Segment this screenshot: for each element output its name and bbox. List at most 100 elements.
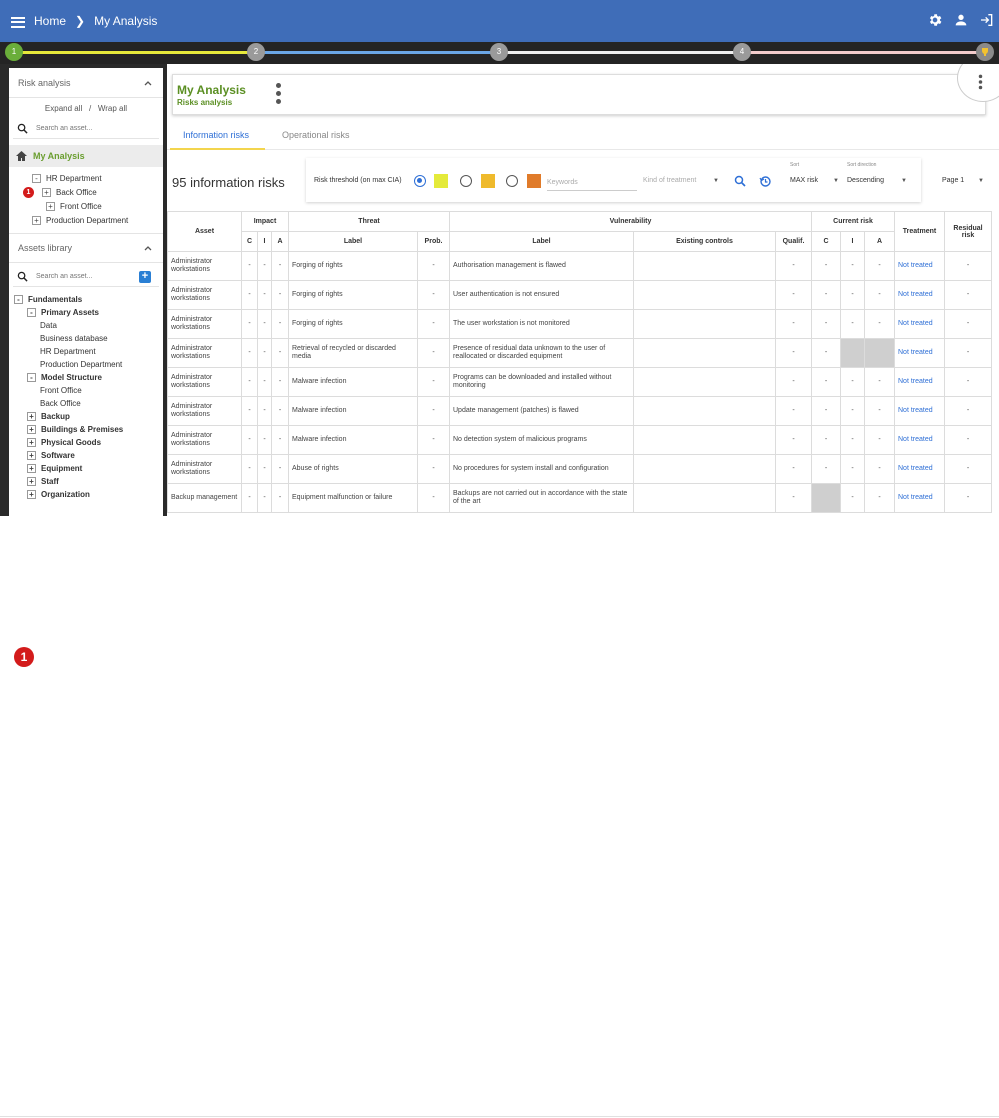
risk-analysis-header[interactable]: Risk analysis [9,68,163,98]
col-risk-i[interactable]: I [840,231,865,252]
expand-toggle[interactable]: + [42,187,51,197]
add-asset-icon[interactable]: + [139,270,151,283]
chevron-down-icon[interactable]: ▼ [901,178,907,184]
reset-icon[interactable] [759,175,772,188]
treatment-link[interactable]: Not treated [894,309,945,339]
treatment-link[interactable]: Not treated [894,396,945,426]
col-threat-prob[interactable]: Prob. [417,231,450,252]
col-existing-controls[interactable]: Existing controls [633,231,776,252]
library-node[interactable]: + Software [9,449,163,462]
more-vert-icon[interactable] [978,74,983,92]
step-1[interactable]: 1 [5,43,23,61]
col-risk-a[interactable]: A [864,231,895,252]
library-node[interactable]: Business database [9,332,163,345]
expand-toggle[interactable]: + [27,451,36,460]
expand-toggle[interactable]: + [27,464,36,473]
library-node[interactable]: + Backup [9,410,163,423]
collapse-toggle[interactable]: - [32,173,41,183]
breadcrumb-home[interactable]: Home [34,14,66,28]
col-residual-risk[interactable]: Residual risk [944,211,992,252]
tree-node[interactable]: - HR Department [9,171,163,185]
library-node[interactable]: + Physical Goods [9,436,163,449]
library-node[interactable]: - Model Structure [9,371,163,384]
more-vert-icon[interactable] [276,83,281,107]
breadcrumb-current[interactable]: My Analysis [94,14,157,28]
step-final[interactable] [976,43,994,61]
step-3[interactable]: 3 [490,43,508,61]
sort-select[interactable]: MAX risk [790,177,818,184]
library-node[interactable]: + Buildings & Premises [9,423,163,436]
expand-toggle[interactable]: + [27,477,36,486]
col-threat-label[interactable]: Label [288,231,418,252]
chevron-down-icon[interactable]: ▼ [833,178,839,184]
treatment-link[interactable]: Not treated [894,251,945,281]
tab-information-risks[interactable]: Information risks [183,130,249,140]
col-risk-c[interactable]: C [811,231,841,252]
table-row[interactable]: Administrator workstations - - - Abuse of ri… [167,454,992,484]
logout-icon[interactable] [979,12,995,28]
threshold-radio-low[interactable] [414,175,426,187]
collapse-toggle[interactable]: - [27,373,36,382]
library-node[interactable]: - Fundamentals [9,293,163,306]
step-2[interactable]: 2 [247,43,265,61]
col-qualif[interactable]: Qualif. [775,231,812,252]
treatment-link[interactable]: Not treated [894,280,945,310]
col-asset[interactable]: Asset [167,211,242,252]
table-row[interactable]: Administrator workstations - - - Retrieval o… [167,338,992,368]
tree-node[interactable]: + Production Department [9,213,163,227]
library-node[interactable]: + Staff [9,475,163,488]
expand-toggle[interactable]: + [27,490,36,499]
table-row[interactable]: Administrator workstations - - - Malware inf… [167,425,992,455]
expand-all-link[interactable]: Expand all [45,104,82,113]
tree-root-my-analysis[interactable]: My Analysis [9,145,163,167]
expand-toggle[interactable]: + [27,438,36,447]
expand-toggle[interactable]: + [27,412,36,421]
treatment-link[interactable]: Not treated [894,367,945,397]
search-icon[interactable] [734,175,746,187]
table-row[interactable]: Administrator workstations - - - Forging of … [167,251,992,281]
asset-search-input[interactable] [36,125,131,132]
settings-icon[interactable] [927,12,943,28]
table-row[interactable]: Administrator workstations - - - Malware inf… [167,396,992,426]
tab-operational-risks[interactable]: Operational risks [282,130,350,140]
threshold-radio-high[interactable] [506,175,518,187]
tree-node[interactable]: + Front Office [9,199,163,213]
wrap-all-link[interactable]: Wrap all [98,104,127,113]
table-row[interactable]: Administrator workstations - - - Forging of … [167,309,992,339]
treatment-link[interactable]: Not treated [894,454,945,484]
table-row[interactable]: Backup management - - - Equipment malfunctio… [167,483,992,513]
keywords-input[interactable]: Keywords [547,179,578,186]
library-node[interactable]: Data [9,319,163,332]
collapse-toggle[interactable]: - [27,308,36,317]
chevron-up-icon[interactable] [143,78,153,88]
col-vuln-label[interactable]: Label [449,231,634,252]
expand-toggle[interactable]: + [46,201,55,211]
treatment-link[interactable]: Not treated [894,425,945,455]
col-impact-i[interactable]: I [257,231,272,252]
table-row[interactable]: Administrator workstations - - - Forging of … [167,280,992,310]
sort-direction-select[interactable]: Descending [847,177,884,184]
library-node[interactable]: + Equipment [9,462,163,475]
library-node[interactable]: - Primary Assets [9,306,163,319]
library-node[interactable]: Production Department [9,358,163,371]
library-node[interactable]: + Organization [9,488,163,501]
library-search-input[interactable] [36,273,131,280]
treatment-link[interactable]: Not treated [894,483,945,513]
col-impact-a[interactable]: A [271,231,289,252]
library-node[interactable]: Back Office [9,397,163,410]
expand-toggle[interactable]: + [27,425,36,434]
account-icon[interactable] [953,12,969,28]
table-row[interactable]: Administrator workstations - - - Malware inf… [167,367,992,397]
threshold-radio-medium[interactable] [460,175,472,187]
menu-icon[interactable] [11,16,25,28]
library-node[interactable]: HR Department [9,345,163,358]
step-4[interactable]: 4 [733,43,751,61]
library-node[interactable]: Front Office [9,384,163,397]
chevron-down-icon[interactable]: ▼ [978,178,984,184]
col-impact-c[interactable]: C [241,231,258,252]
page-select[interactable]: Page 1 [942,177,964,184]
assets-library-header[interactable]: Assets library [9,233,163,263]
chevron-down-icon[interactable]: ▼ [713,178,719,184]
treatment-select[interactable]: Kind of treatment [643,177,696,184]
collapse-toggle[interactable]: - [14,295,23,304]
